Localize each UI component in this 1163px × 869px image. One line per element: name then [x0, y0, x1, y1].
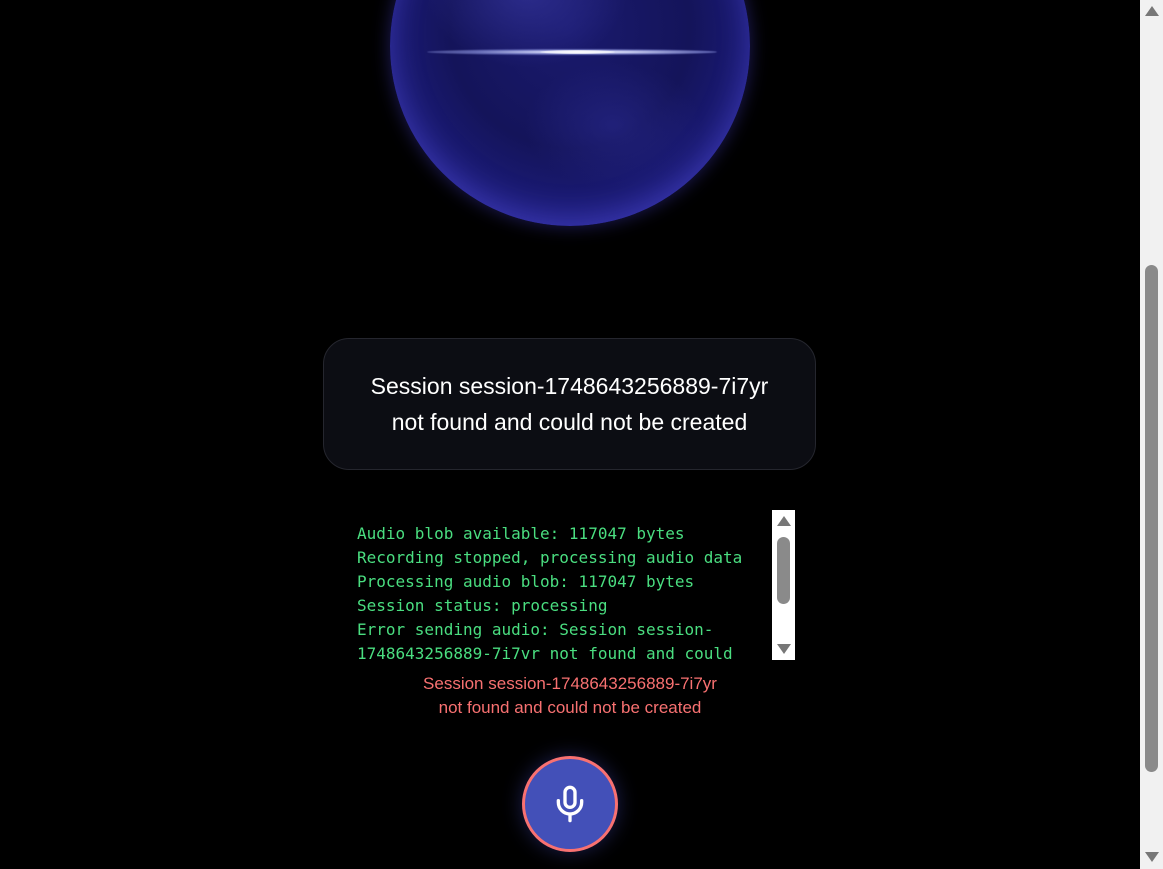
page-scrollbar-thumb[interactable]: [1145, 265, 1158, 772]
log-list: Audio blob available: 117047 bytes Recor…: [357, 522, 767, 660]
status-card: Session session-1748643256889-7i7yr not …: [323, 338, 816, 470]
page-scroll-up-arrow-icon[interactable]: [1145, 6, 1159, 16]
log-line: Session status: processing: [357, 596, 608, 615]
status-message: Session session-1748643256889-7i7yr not …: [370, 373, 769, 435]
log-line: Error sending audio: Session session-: [357, 620, 714, 639]
log-line: Processing audio blob: 117047 bytes: [357, 572, 695, 591]
page-scroll-down-arrow-icon[interactable]: [1145, 852, 1159, 862]
log-scrollbar-thumb[interactable]: [777, 537, 790, 604]
page-scrollbar[interactable]: [1140, 0, 1163, 869]
orb-light-flare-core: [540, 50, 615, 54]
log-scrollbar[interactable]: [772, 510, 795, 660]
scroll-down-arrow-icon[interactable]: [777, 644, 791, 654]
log-line: Audio blob available: 117047 bytes: [357, 524, 685, 543]
app-viewport: Session session-1748643256889-7i7yr not …: [0, 0, 1140, 869]
log-line: Recording stopped, processing audio data: [357, 548, 743, 567]
microphone-button[interactable]: [522, 756, 618, 852]
debug-log-panel[interactable]: Audio blob available: 117047 bytes Recor…: [345, 510, 795, 660]
error-message: Session session-1748643256889-7i7yr not …: [423, 674, 717, 717]
scroll-up-arrow-icon[interactable]: [777, 516, 791, 526]
log-line: 1748643256889-7i7vr not found and could: [357, 644, 733, 660]
microphone-icon: [556, 785, 584, 823]
voice-orb: [390, 0, 750, 226]
